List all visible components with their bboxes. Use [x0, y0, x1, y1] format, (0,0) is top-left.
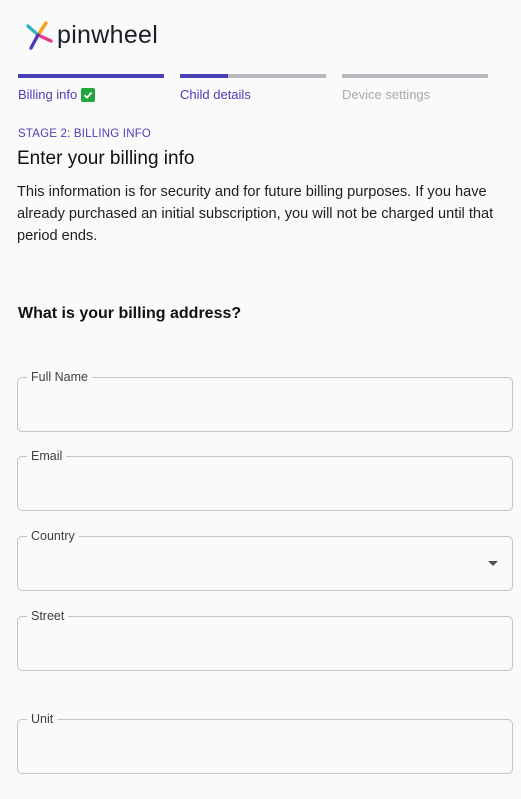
step-progress-fill: [180, 74, 229, 78]
progress-stepper: Billing info Child details Device settin…: [18, 74, 488, 102]
page-description: This information is for security and for…: [17, 184, 494, 244]
street-input[interactable]: [30, 631, 472, 657]
step-progress-fill: [18, 74, 164, 78]
pinwheel-icon: [26, 21, 53, 50]
pinwheel-logo: pinwheel: [20, 18, 158, 54]
dropdown-arrow-icon[interactable]: [488, 561, 498, 566]
country-value[interactable]: [30, 551, 472, 577]
unit-label: Unit: [27, 711, 58, 727]
street-label: Street: [27, 608, 69, 624]
page-title: Enter your billing info: [17, 148, 195, 169]
step-label: Child details: [180, 87, 251, 102]
step-device-settings[interactable]: Device settings: [342, 74, 488, 102]
step-progress-bar: [342, 74, 488, 78]
step-label: Billing info: [18, 87, 78, 102]
step-billing-info[interactable]: Billing info: [18, 74, 164, 102]
stage-label: STAGE 2: BILLING INFO: [18, 128, 152, 140]
street-field[interactable]: Street: [17, 608, 513, 671]
billing-page: pinwheel Billing info Child details Devi…: [0, 0, 521, 799]
brand-name: pinwheel: [57, 20, 159, 49]
step-progress-bar: [180, 74, 326, 78]
step-child-details[interactable]: Child details: [180, 74, 326, 102]
section-heading: What is your billing address?: [18, 305, 242, 322]
email-input[interactable]: [30, 471, 472, 497]
check-icon: [81, 87, 96, 102]
step-label: Device settings: [342, 87, 431, 102]
email-field[interactable]: Email: [17, 448, 513, 511]
full-name-input[interactable]: [30, 392, 472, 418]
country-label: Country: [27, 528, 79, 544]
unit-field[interactable]: Unit: [17, 711, 513, 774]
unit-input[interactable]: [30, 734, 472, 760]
full-name-field[interactable]: Full Name: [17, 369, 513, 432]
email-label: Email: [27, 448, 67, 464]
full-name-label: Full Name: [27, 369, 92, 385]
country-select[interactable]: Country: [17, 528, 513, 591]
step-progress-bar: [18, 74, 164, 78]
